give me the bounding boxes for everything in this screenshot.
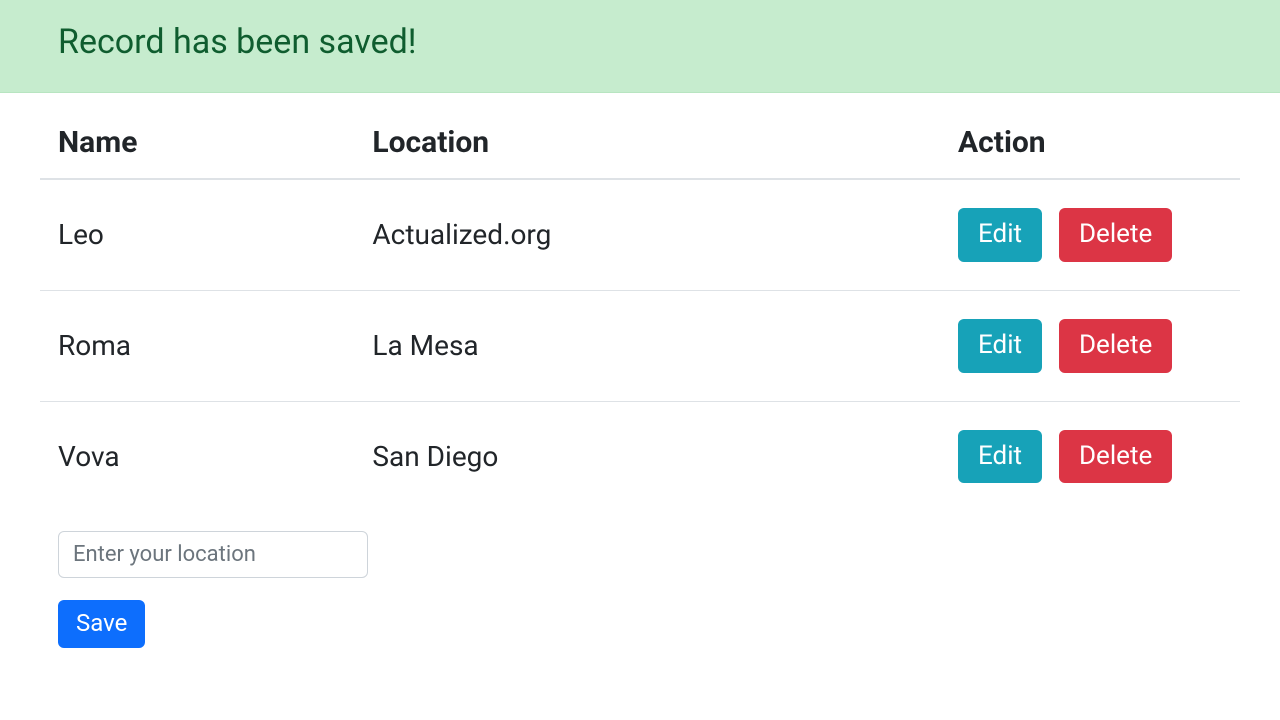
cell-action: Edit Delete (940, 290, 1240, 401)
delete-button[interactable]: Delete (1059, 319, 1172, 373)
column-header-location: Location (354, 103, 940, 179)
form-area: Save (40, 511, 1240, 647)
delete-button[interactable]: Delete (1059, 430, 1172, 484)
column-header-action: Action (940, 103, 1240, 179)
edit-button[interactable]: Edit (958, 430, 1042, 484)
cell-location: Actualized.org (354, 179, 940, 290)
save-button[interactable]: Save (58, 600, 145, 647)
cell-location: La Mesa (354, 290, 940, 401)
cell-action: Edit Delete (940, 401, 1240, 511)
cell-location: San Diego (354, 401, 940, 511)
table-header-row: Name Location Action (40, 103, 1240, 179)
location-input[interactable] (58, 531, 368, 578)
cell-name: Vova (40, 401, 354, 511)
delete-button[interactable]: Delete (1059, 208, 1172, 262)
table-row: Roma La Mesa Edit Delete (40, 290, 1240, 401)
records-table: Name Location Action Leo Actualized.org … (40, 103, 1240, 511)
main-content: Name Location Action Leo Actualized.org … (0, 103, 1280, 648)
column-header-name: Name (40, 103, 354, 179)
table-row: Vova San Diego Edit Delete (40, 401, 1240, 511)
table-row: Leo Actualized.org Edit Delete (40, 179, 1240, 290)
cell-action: Edit Delete (940, 179, 1240, 290)
edit-button[interactable]: Edit (958, 319, 1042, 373)
cell-name: Leo (40, 179, 354, 290)
cell-name: Roma (40, 290, 354, 401)
alert-success: Record has been saved! (0, 0, 1280, 93)
edit-button[interactable]: Edit (958, 208, 1042, 262)
